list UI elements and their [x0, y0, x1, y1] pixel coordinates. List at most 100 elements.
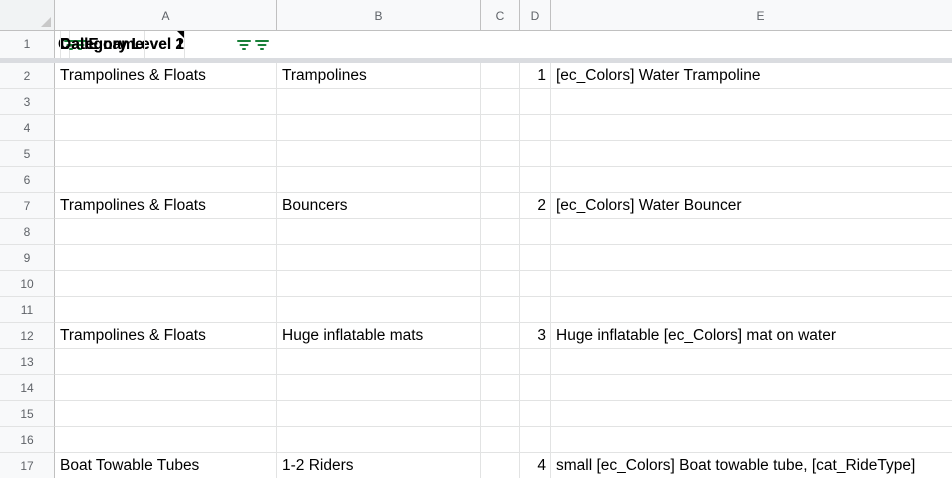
cell-category-level-1[interactable]	[55, 89, 277, 114]
cell-category-level-1[interactable]	[55, 141, 277, 166]
row-header[interactable]: 5	[0, 141, 55, 167]
cell-c[interactable]	[481, 401, 520, 426]
cell-category-level-1[interactable]: Trampolines & Floats	[55, 193, 277, 218]
cell-c[interactable]	[481, 375, 520, 400]
cell-category-level-1[interactable]	[55, 245, 277, 270]
cell-d[interactable]	[520, 89, 551, 114]
cell-d[interactable]	[520, 167, 551, 192]
row-header[interactable]: 17	[0, 453, 55, 478]
cell-d[interactable]	[520, 271, 551, 296]
cell-category-level-1[interactable]	[55, 167, 277, 192]
cell-c[interactable]	[481, 141, 520, 166]
cell-dalle-name[interactable]	[551, 89, 952, 114]
cell-category-level-2[interactable]: Trampolines	[277, 63, 481, 88]
cell-d[interactable]	[520, 219, 551, 244]
cell-d[interactable]	[520, 427, 551, 452]
cell-category-level-1[interactable]	[55, 115, 277, 140]
cell-dalle-name[interactable]	[551, 375, 952, 400]
cell-category-level-2[interactable]: Huge inflatable mats	[277, 323, 481, 348]
cell-c[interactable]	[481, 271, 520, 296]
cell-category-level-1[interactable]	[55, 375, 277, 400]
cell-category-level-2[interactable]	[277, 349, 481, 374]
cell-category-level-1[interactable]	[55, 401, 277, 426]
row-header-1[interactable]: 1	[0, 31, 55, 58]
cell-category-level-1[interactable]: Trampolines & Floats	[55, 323, 277, 348]
cell-dalle-name[interactable]: small [ec_Colors] Boat towable tube, [ca…	[551, 453, 952, 478]
cell-dalle-name[interactable]	[551, 167, 952, 192]
column-header-e[interactable]: E	[551, 0, 952, 30]
cell-dalle-name[interactable]	[551, 297, 952, 322]
cell-c[interactable]	[481, 245, 520, 270]
cell-category-level-2[interactable]	[277, 271, 481, 296]
cell-dalle-name[interactable]	[551, 427, 952, 452]
cell-c[interactable]	[481, 63, 520, 88]
row-header[interactable]: 2	[0, 63, 55, 89]
cell-c[interactable]	[481, 323, 520, 348]
column-header-c[interactable]: C	[481, 0, 520, 30]
row-header[interactable]: 7	[0, 193, 55, 219]
cell-c[interactable]	[481, 219, 520, 244]
row-header[interactable]: 8	[0, 219, 55, 245]
cell-category-level-1[interactable]	[55, 297, 277, 322]
row-header[interactable]: 3	[0, 89, 55, 115]
cell-category-level-1[interactable]: Trampolines & Floats	[55, 63, 277, 88]
cell-dalle-name[interactable]	[551, 271, 952, 296]
row-header[interactable]: 9	[0, 245, 55, 271]
cell-d[interactable]: 3	[520, 323, 551, 348]
cell-d[interactable]: 2	[520, 193, 551, 218]
row-header[interactable]: 13	[0, 349, 55, 375]
cell-d[interactable]: 4	[520, 453, 551, 478]
column-header-b[interactable]: B	[277, 0, 481, 30]
cell-category-level-2[interactable]	[277, 375, 481, 400]
filter-icon[interactable]	[254, 39, 270, 51]
cell-c[interactable]	[481, 89, 520, 114]
row-header[interactable]: 10	[0, 271, 55, 297]
row-header[interactable]: 11	[0, 297, 55, 323]
cell-d[interactable]	[520, 297, 551, 322]
cell-d[interactable]	[520, 245, 551, 270]
cell-d[interactable]: 1	[520, 63, 551, 88]
cell-dalle-name[interactable]	[551, 349, 952, 374]
row-header[interactable]: 16	[0, 427, 55, 453]
cell-dalle-name[interactable]: [ec_Colors] Water Trampoline	[551, 63, 952, 88]
cell-dalle-name[interactable]: Huge inflatable [ec_Colors] mat on water	[551, 323, 952, 348]
cell-dalle-name[interactable]	[551, 401, 952, 426]
row-header[interactable]: 12	[0, 323, 55, 349]
cell-dalle-name[interactable]	[551, 115, 952, 140]
cell-category-level-2[interactable]: 1-2 Riders	[277, 453, 481, 478]
filter-icon[interactable]	[236, 39, 252, 51]
cell-c[interactable]	[481, 167, 520, 192]
cell-category-level-2[interactable]	[277, 167, 481, 192]
cell-c[interactable]	[481, 115, 520, 140]
cell-category-level-2[interactable]	[277, 141, 481, 166]
cell-category-level-1[interactable]	[55, 349, 277, 374]
cell-category-level-1[interactable]	[55, 219, 277, 244]
select-all-corner[interactable]	[0, 0, 55, 30]
cell-category-level-2[interactable]	[277, 297, 481, 322]
cell-category-level-2[interactable]	[277, 401, 481, 426]
cell-dalle-name[interactable]: [ec_Colors] Water Bouncer	[551, 193, 952, 218]
cell-c[interactable]	[481, 193, 520, 218]
cell-category-level-2[interactable]	[277, 427, 481, 452]
cell-c[interactable]	[481, 297, 520, 322]
cell-d[interactable]	[520, 115, 551, 140]
row-header[interactable]: 6	[0, 167, 55, 193]
cell-category-level-1[interactable]: Boat Towable Tubes	[55, 453, 277, 478]
cell-d[interactable]	[520, 375, 551, 400]
cell-category-level-2[interactable]	[277, 89, 481, 114]
row-header[interactable]: 15	[0, 401, 55, 427]
column-header-d[interactable]: D	[520, 0, 551, 30]
cell-dalle-name[interactable]	[551, 245, 952, 270]
cell-d[interactable]	[520, 141, 551, 166]
cell-d[interactable]	[520, 401, 551, 426]
cell-c[interactable]	[481, 453, 520, 478]
cell-category-level-1[interactable]	[55, 271, 277, 296]
cell-category-level-2[interactable]	[277, 115, 481, 140]
row-header[interactable]: 4	[0, 115, 55, 141]
cell-dalle-name[interactable]	[551, 219, 952, 244]
cell-category-level-2[interactable]: Bouncers	[277, 193, 481, 218]
cell-category-level-2[interactable]	[277, 245, 481, 270]
cell-category-level-1[interactable]	[55, 427, 277, 452]
cell-d[interactable]	[520, 349, 551, 374]
row-header[interactable]: 14	[0, 375, 55, 401]
